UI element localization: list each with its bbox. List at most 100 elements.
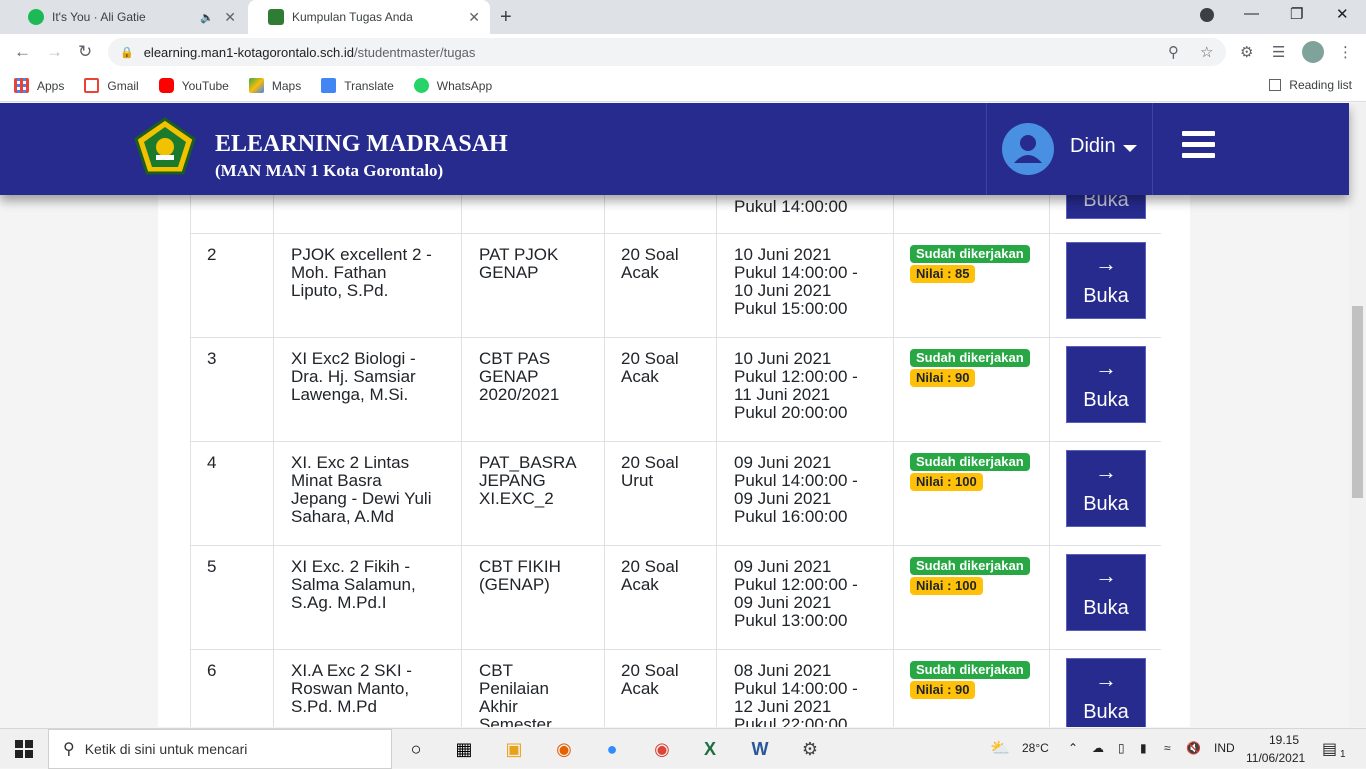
forward-icon[interactable]: →: [46, 42, 63, 62]
maps-icon: [248, 78, 264, 93]
chevron-up-icon[interactable]: ⌃: [1068, 741, 1078, 755]
window-close-icon[interactable]: ✕: [1336, 5, 1349, 23]
profile-avatar-icon[interactable]: [1302, 41, 1324, 63]
url-host: elearning.man1-kotagorontalo.sch.id: [143, 44, 355, 60]
table-cell-nama-tugas-line: Penilaian: [479, 679, 549, 698]
table-cell-no: 3: [207, 349, 217, 368]
hamburger-menu-icon[interactable]: [1182, 131, 1215, 159]
volume-muted-icon[interactable]: 🔇: [1186, 741, 1201, 755]
settings-gear-icon[interactable]: ⚙: [798, 737, 822, 761]
arrow-right-icon: →: [1095, 355, 1117, 380]
table-cell-waktu: 08 Juni 2021 Pukul 14:00:00 -12 Juni 2021…: [734, 661, 858, 728]
table-cell-nama-tugas-line: Semester: [479, 715, 552, 728]
speaker-icon[interactable]: 🔈: [200, 11, 214, 24]
media-control-icon[interactable]: ☰: [1272, 43, 1285, 61]
buka-button[interactable]: → Buka: [1066, 450, 1146, 527]
close-icon[interactable]: ✕: [224, 9, 236, 26]
firefox-icon[interactable]: ◉: [552, 737, 576, 761]
table-cell-waktu-line: Pukul 22:00:00: [734, 715, 848, 728]
chevron-down-icon[interactable]: [1123, 145, 1137, 152]
word-icon[interactable]: W: [748, 737, 772, 761]
reading-list-button[interactable]: Reading list: [1269, 78, 1352, 92]
bookmark-gmail[interactable]: Gmail: [84, 78, 139, 93]
battery-icon[interactable]: ▮: [1140, 741, 1147, 755]
zoom-app-icon[interactable]: ●: [600, 737, 624, 761]
table-cell-soal: 20 Soal Urut: [621, 454, 679, 490]
bookmark-whatsapp[interactable]: WhatsApp: [413, 78, 493, 93]
table-cell-nama-tugas: CBT PAS GENAP 2020/2021: [479, 350, 559, 404]
avatar[interactable]: [1002, 123, 1054, 175]
whatsapp-icon: [413, 78, 429, 93]
table-cell-mapel-line: Jepang - Dewi Yuli: [291, 489, 432, 508]
zoom-icon[interactable]: ⚲: [1168, 43, 1179, 61]
page-scrollbar[interactable]: [1349, 103, 1366, 727]
maximize-icon[interactable]: ❐: [1290, 5, 1303, 23]
bookmark-star-icon[interactable]: ☆: [1200, 43, 1213, 61]
clock-date[interactable]: 11/06/2021: [1246, 751, 1305, 765]
gmail-icon: [84, 78, 100, 93]
table-cell-waktu: 09 Juni 2021 Pukul 14:00:00 -09 Juni 2021…: [734, 454, 858, 526]
file-explorer-icon[interactable]: ▣: [502, 737, 526, 761]
tab-spotify[interactable]: It's You · Ali Gatie 🔈 ✕: [8, 0, 246, 34]
wifi-icon[interactable]: ≈: [1164, 741, 1171, 755]
chrome-icon[interactable]: ◉: [650, 737, 674, 761]
nilai-badge: Nilai : 85: [910, 265, 976, 283]
bookmark-label: WhatsApp: [436, 78, 493, 93]
weather-icon[interactable]: ⛅: [990, 738, 1010, 758]
reload-icon[interactable]: ↻: [78, 42, 92, 62]
buka-button[interactable]: → Buka: [1066, 346, 1146, 423]
weather-temp[interactable]: 28°C: [1022, 741, 1049, 755]
arrow-right-icon: →: [1095, 667, 1117, 692]
profile-dropdown-icon[interactable]: [1200, 8, 1214, 22]
bookmark-maps[interactable]: Maps: [248, 78, 301, 93]
table-cell-waktu-line: 09 Juni 2021: [734, 557, 832, 576]
header-divider: [1152, 103, 1153, 195]
clock-time[interactable]: 19.15: [1262, 733, 1306, 747]
table-cell-mapel-line: Moh. Fathan: [291, 263, 387, 282]
table-cell-nama-tugas-line: GENAP: [479, 367, 539, 386]
cortana-icon[interactable]: ○: [404, 737, 428, 761]
url-input[interactable]: 🔒 elearning.man1-kotagorontalo.sch.id/st…: [108, 38, 1226, 66]
close-icon[interactable]: ✕: [468, 9, 480, 26]
table-col-divider: [461, 195, 462, 727]
youtube-icon: [158, 78, 174, 93]
device-icon[interactable]: ▯: [1118, 741, 1125, 755]
table-cell-waktu-line: 12 Juni 2021: [734, 697, 832, 716]
onedrive-icon[interactable]: ☁: [1092, 741, 1104, 755]
task-view-icon[interactable]: ▦: [452, 737, 476, 761]
bookmark-translate[interactable]: Translate: [321, 78, 394, 93]
lock-icon: 🔒: [120, 46, 134, 59]
bookmark-youtube[interactable]: YouTube: [158, 78, 229, 93]
table-cell-waktu: 10 Juni 2021 Pukul 14:00:00 -10 Juni 2021…: [734, 246, 858, 318]
user-menu-button[interactable]: Didin: [1070, 135, 1116, 158]
notification-icon[interactable]: ▤: [1322, 739, 1337, 759]
minimize-icon[interactable]: —: [1244, 5, 1259, 22]
scrollbar-thumb[interactable]: [1352, 306, 1363, 498]
table-cell-mapel: XI.A Exc 2 SKI - Roswan Manto, S.Pd. M.Pd: [291, 662, 412, 716]
nilai-badge: Nilai : 100: [910, 473, 983, 491]
more-menu-icon[interactable]: ⋮: [1338, 43, 1353, 61]
table-cell-soal-line: 20 Soal: [621, 661, 679, 680]
table-col-divider: [893, 195, 894, 727]
nilai-badge: Nilai : 100: [910, 577, 983, 595]
table-cell-waktu-line: 08 Juni 2021: [734, 661, 832, 680]
table-col-divider: [1049, 195, 1050, 727]
table-cell-soal-line: Acak: [621, 679, 659, 698]
new-tab-icon[interactable]: +: [500, 6, 512, 29]
table-row-divider: [190, 337, 1161, 338]
table-cell-waktu-line: 09 Juni 2021: [734, 453, 832, 472]
bookmark-apps[interactable]: Apps: [14, 78, 64, 93]
buka-button[interactable]: → Buka: [1066, 658, 1146, 727]
table-cell-soal-line: 20 Soal: [621, 557, 679, 576]
taskbar-search-input[interactable]: ⚲ Ketik di sini untuk mencari: [48, 729, 392, 769]
reading-list-label: Reading list: [1289, 78, 1352, 92]
buka-button[interactable]: → Buka: [1066, 242, 1146, 319]
tab-kumpulan-tugas[interactable]: Kumpulan Tugas Anda ✕: [248, 0, 490, 34]
table-cell-mapel-line: Salma Salamun,: [291, 575, 416, 594]
buka-button[interactable]: → Buka: [1066, 554, 1146, 631]
language-indicator[interactable]: IND: [1214, 741, 1235, 755]
excel-icon[interactable]: X: [698, 737, 722, 761]
extensions-icon[interactable]: ⚙: [1240, 43, 1253, 61]
back-icon[interactable]: ←: [14, 42, 31, 62]
windows-start-icon[interactable]: [12, 737, 36, 761]
